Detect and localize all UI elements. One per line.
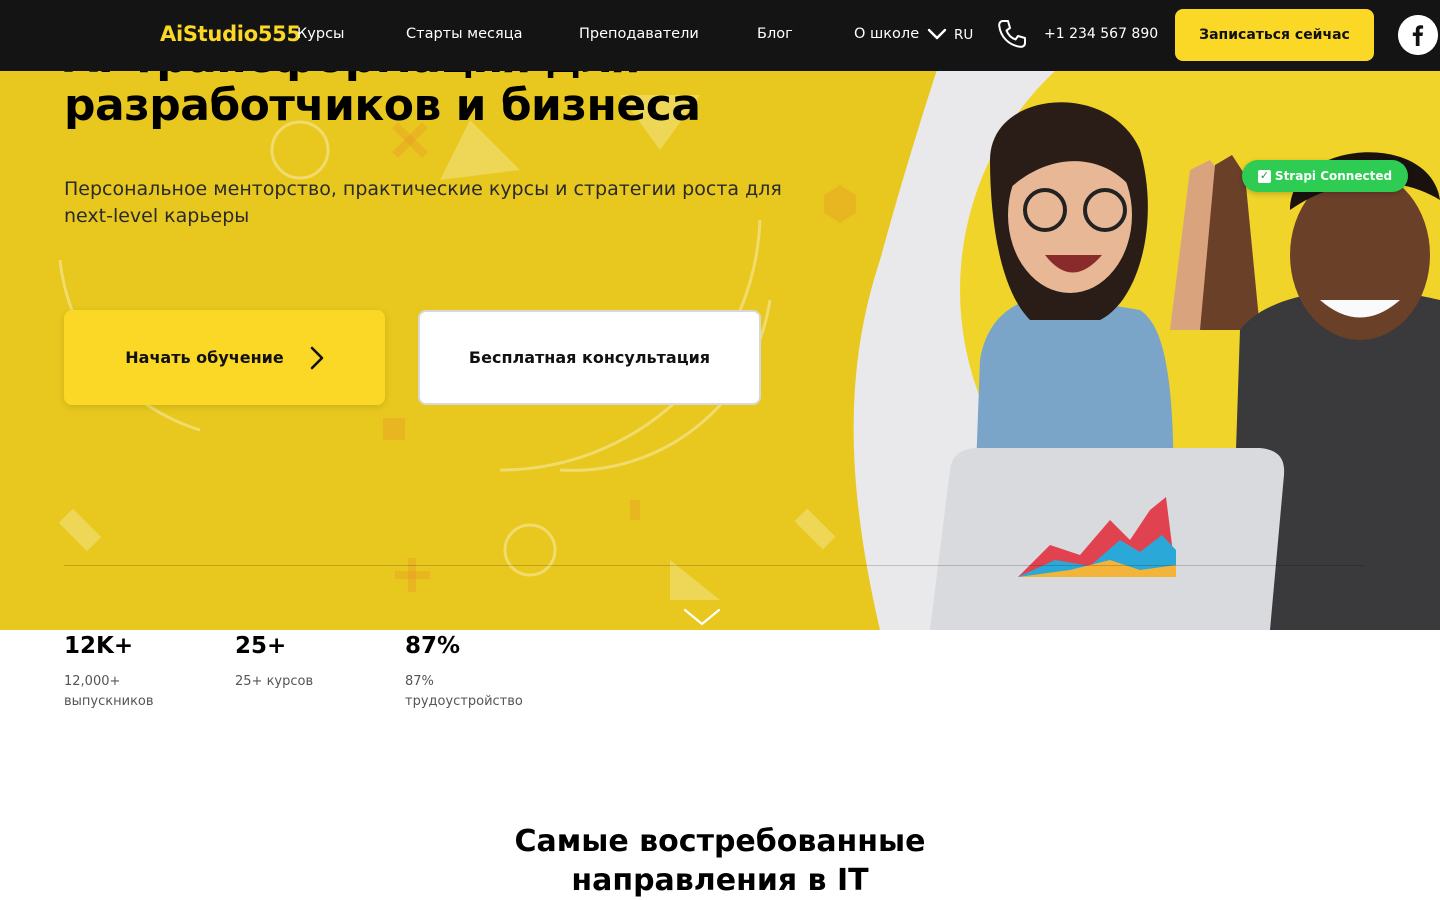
stat-graduates: 12K+ 12,000+ выпускников <box>64 632 174 712</box>
stat-courses-label: 25+ курсов <box>235 674 314 689</box>
stat-employment-value: 87% <box>405 633 461 659</box>
hero-section: AI-трансформация для разработчиков и биз… <box>0 0 1440 630</box>
site-logo[interactable]: AiStudio555 <box>160 22 301 46</box>
chevron-down-icon[interactable] <box>927 27 947 41</box>
hero-photo-illustration <box>853 0 1440 630</box>
hero-photo <box>840 0 1440 630</box>
start-learning-button[interactable]: Начать обучение <box>64 310 385 405</box>
strapi-status-badge: ✓ Strapi Connected <box>1242 160 1408 192</box>
stat-courses: 25+ 25+ курсов <box>235 632 365 692</box>
language-switcher[interactable]: RU <box>954 27 973 43</box>
nav-item-courses[interactable]: Курсы <box>297 26 345 42</box>
stat-graduates-value: 12K+ <box>64 633 134 659</box>
nav-item-teachers[interactable]: Преподаватели <box>579 26 699 42</box>
phone-number[interactable]: +1 234 567 890 <box>1044 26 1158 42</box>
facebook-icon[interactable] <box>1398 15 1438 55</box>
stat-employment: 87% 87% трудоустройство <box>405 632 535 712</box>
nav-item-blog[interactable]: Блог <box>757 26 793 42</box>
stat-courses-value: 25+ <box>235 633 287 659</box>
hero-title-line-2: разработчиков и бизнеса <box>64 80 701 131</box>
stat-graduates-label: 12,000+ выпускников <box>64 674 154 709</box>
hero-subtitle: Персональное менторство, практические ку… <box>64 178 782 227</box>
section-title: Самые востребованные направления в IT <box>514 824 926 898</box>
free-consultation-label: Бесплатная консультация <box>468 348 711 367</box>
free-consultation-button[interactable]: Бесплатная консультация <box>418 310 761 405</box>
nav-item-monthly-starts[interactable]: Старты месяца <box>406 26 522 42</box>
signup-now-button[interactable]: Записаться сейчас <box>1175 9 1374 61</box>
nav-item-about-school[interactable]: О школе <box>854 26 919 42</box>
site-header: AiStudio555 Курсы Старты месяца Преподав… <box>0 0 1440 71</box>
scroll-down-icon[interactable] <box>683 606 721 628</box>
phone-icon[interactable] <box>996 18 1028 50</box>
stat-employment-label: 87% трудоустройство <box>405 674 523 709</box>
start-learning-label: Начать обучение <box>125 348 284 367</box>
chevron-right-icon <box>310 346 324 369</box>
hero-divider <box>64 565 1364 566</box>
strapi-status-text: Strapi Connected <box>1274 169 1393 183</box>
signup-now-label: Записаться сейчас <box>1199 27 1350 43</box>
checkmark-icon: ✓ <box>1257 169 1271 183</box>
